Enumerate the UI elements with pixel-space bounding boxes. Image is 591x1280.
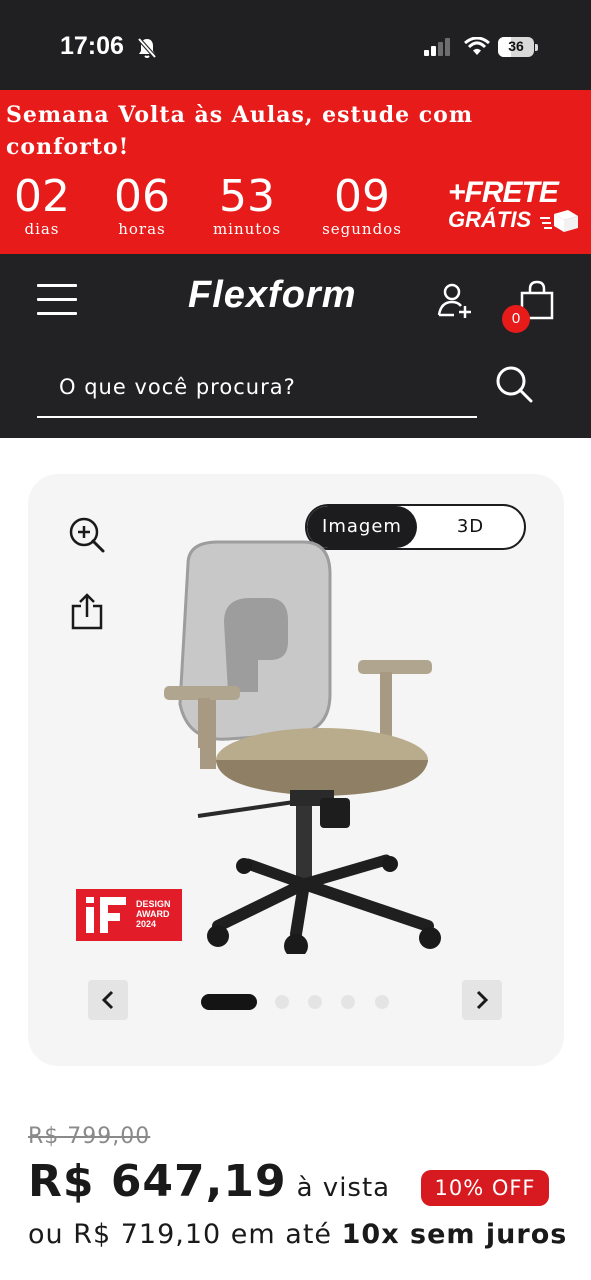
delivery-box-icon: [540, 210, 578, 232]
carousel-dot-5[interactable]: [375, 995, 389, 1009]
if-logo-icon: [86, 897, 126, 933]
installments-prefix: ou R$ 719,10 em até: [28, 1219, 333, 1250]
installments-terms: 10x sem juros: [341, 1219, 568, 1250]
site-header: Flexform 0: [0, 254, 591, 438]
if-design-award-badge: DESIGN AWARD 2024: [76, 889, 182, 941]
countdown-seconds: 09 segundos: [322, 171, 402, 239]
promo-banner[interactable]: Semana Volta às Aulas, estude com confor…: [0, 90, 591, 254]
cart-count-badge[interactable]: 0: [502, 305, 530, 333]
search-icon[interactable]: [494, 364, 534, 404]
site-logo[interactable]: Flexform: [188, 274, 356, 317]
carousel-dot-3[interactable]: [308, 995, 322, 1009]
wifi-icon: [464, 37, 490, 55]
bell-muted-icon: [137, 37, 157, 59]
user-add-icon[interactable]: [436, 282, 476, 322]
carousel-dot-2[interactable]: [275, 995, 289, 1009]
search-input[interactable]: [37, 358, 477, 418]
installments-info: ou R$ 719,10 em até 10x sem juros: [28, 1214, 568, 1256]
price-payment-mode: à vista: [296, 1173, 391, 1203]
free-shipping-badge: +FRETE GRÁTIS: [448, 178, 586, 232]
hamburger-menu-button[interactable]: [37, 282, 77, 318]
product-gallery: Imagem 3D DESIGN AWARD 2024: [28, 474, 564, 1066]
current-price: R$ 647,19: [28, 1156, 287, 1207]
chevron-right-icon: [476, 990, 489, 1010]
battery-level: 36: [508, 38, 524, 54]
status-time: 17:06: [60, 32, 124, 60]
award-label: DESIGN AWARD 2024: [136, 899, 171, 929]
cellular-signal-icon: [424, 38, 450, 56]
share-icon[interactable]: [70, 592, 104, 630]
discount-badge: 10% OFF: [421, 1170, 549, 1206]
countdown-hours: 06 horas: [114, 171, 170, 239]
carousel-dot-4[interactable]: [341, 995, 355, 1009]
previous-image-button[interactable]: [88, 980, 128, 1020]
zoom-in-icon[interactable]: [68, 516, 106, 554]
product-image-office-chair[interactable]: [158, 534, 458, 954]
carousel-dot-1[interactable]: [201, 994, 257, 1010]
next-image-button[interactable]: [462, 980, 502, 1020]
original-price: R$ 799,00: [28, 1124, 151, 1149]
status-bar: 17:06 36: [0, 0, 591, 90]
countdown-days: 02 dias: [14, 171, 70, 239]
promo-headline: Semana Volta às Aulas, estude com confor…: [6, 102, 474, 160]
price-line: R$ 647,19 à vista: [28, 1154, 390, 1210]
countdown-minutes: 53 minutos: [212, 171, 282, 239]
chevron-left-icon: [101, 990, 114, 1010]
battery-indicator: 36: [498, 37, 538, 57]
